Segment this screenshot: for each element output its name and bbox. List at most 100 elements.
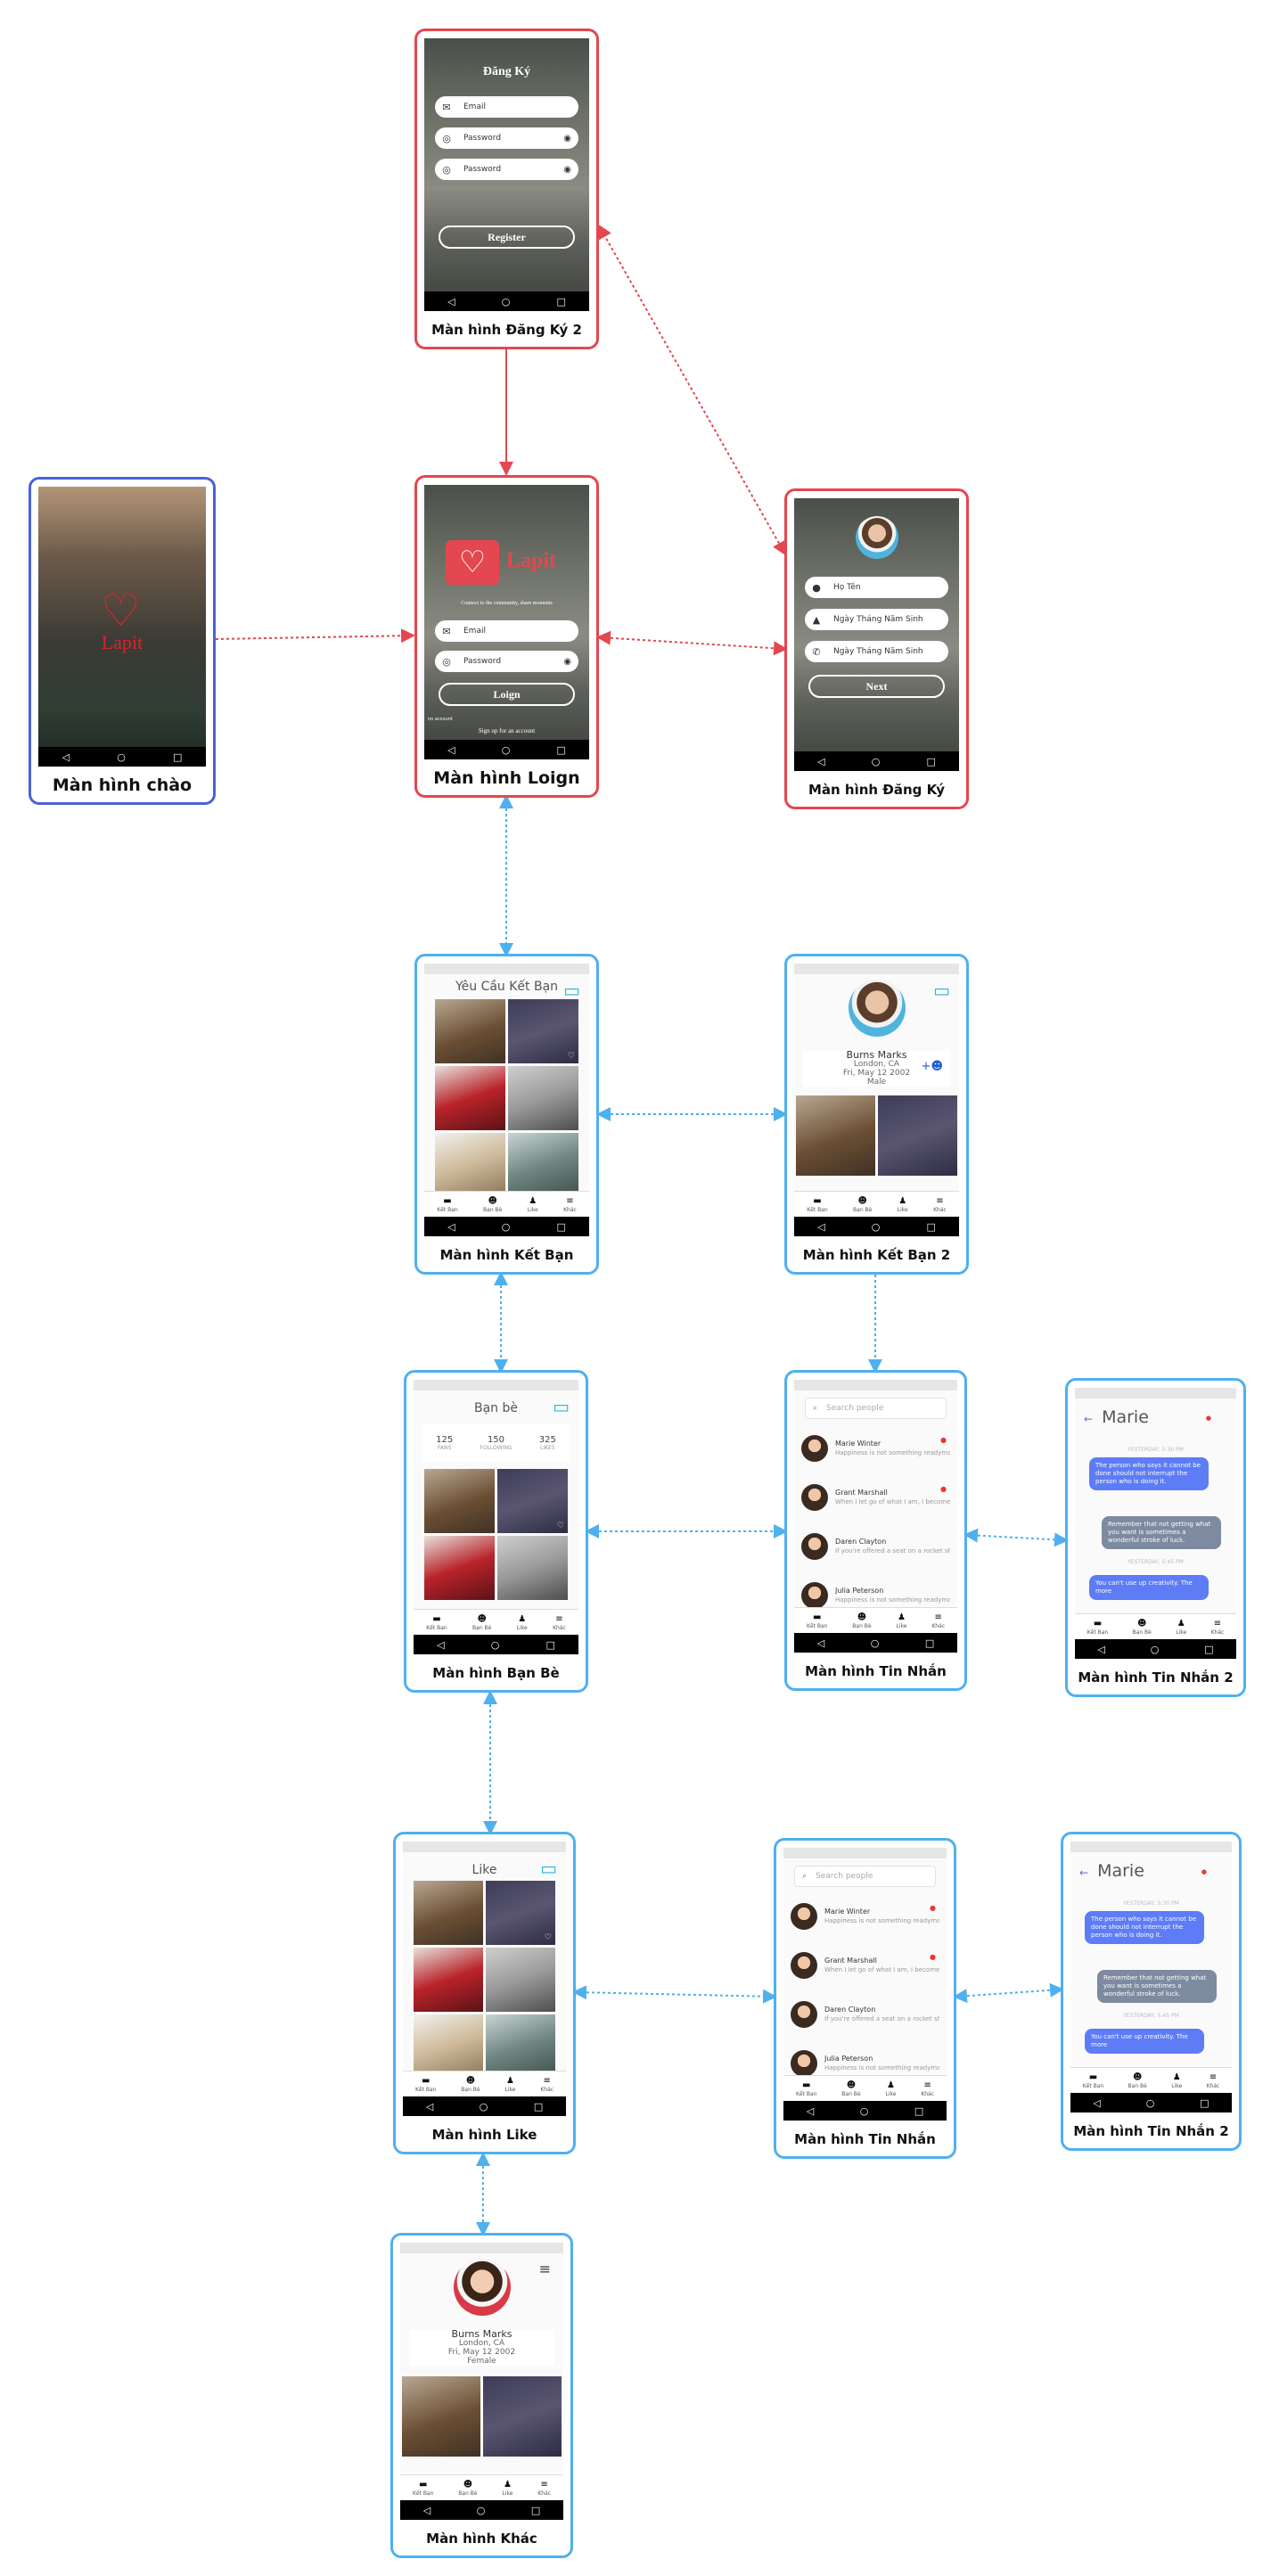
tab-banbe[interactable]: ☻ Bạn Bè <box>483 1196 502 1213</box>
photo-tile[interactable] <box>414 2014 483 2079</box>
heart-icon[interactable]: ♡ <box>568 1052 575 1061</box>
tab-banbe[interactable]: ☻ Bạn Bè <box>458 2480 477 2497</box>
tab-khac[interactable]: ≡ Khác <box>1211 1619 1225 1636</box>
tab-banbe[interactable]: ☻ Bạn Bè <box>852 1612 871 1629</box>
message-bubble: Remember that not getting what you want … <box>1097 1970 1217 2003</box>
add-friend-icon[interactable]: +☻ <box>922 1060 943 1073</box>
tab-ketban[interactable]: ▬ Kết Bạn <box>807 1196 827 1213</box>
tab-like[interactable]: ♟ Like <box>1176 1619 1186 1636</box>
list-item[interactable]: Grant Marshall When I let go of what I am… <box>791 1946 939 1985</box>
dob-field[interactable]: ▲ Ngày Tháng Năm Sinh <box>805 609 948 630</box>
photo-tile[interactable] <box>508 1066 578 1130</box>
heart-icon[interactable]: ♡ <box>557 1522 564 1530</box>
profile-name: Burns Marks <box>846 1049 907 1061</box>
chat-icon[interactable]: ▭ <box>553 1396 570 1417</box>
tab-khac[interactable]: ≡ Khác <box>921 2080 934 2097</box>
photo-tile[interactable] <box>424 1469 495 1533</box>
tab-banbe[interactable]: ☻ Bạn Bè <box>853 1196 872 1213</box>
tab-like[interactable]: ♟ Like <box>885 2080 896 2097</box>
email-field[interactable]: ✉ Email <box>435 620 578 642</box>
tab-banbe[interactable]: ☻ Bạn Bè <box>1128 2072 1147 2089</box>
heart-icon[interactable]: ♡ <box>545 1933 552 1942</box>
tab-banbe[interactable]: ☻ Bạn Bè <box>1133 1619 1152 1636</box>
photo-tile[interactable]: ♡ <box>508 999 578 1063</box>
tab-khac[interactable]: ≡ Khác <box>540 2076 554 2093</box>
list-item[interactable]: Daren Clayton If you're offered a seat on… <box>801 1527 950 1566</box>
tab-like[interactable]: ♟ Like <box>504 2076 515 2093</box>
chat-icon[interactable]: ▭ <box>563 980 580 1001</box>
password2-field[interactable]: ◎ Password ◉ <box>435 159 578 180</box>
photo-tile[interactable] <box>414 1881 483 1945</box>
tab-khac[interactable]: ≡ Khác <box>931 1612 945 1629</box>
no-account-link[interactable]: no account <box>428 717 453 722</box>
tab-banbe[interactable]: ☻ Bạn Bè <box>461 2076 480 2093</box>
list-item[interactable]: Grant Marshall When I let go of what I am… <box>801 1478 950 1517</box>
photo-tile[interactable] <box>508 1133 578 1197</box>
photo-tile[interactable] <box>486 2014 555 2079</box>
list-item[interactable]: Marie Winter Happiness is not something r… <box>791 1897 939 1936</box>
list-item[interactable]: Marie Winter Happiness is not something r… <box>801 1429 950 1468</box>
tab-like[interactable]: ♟ Like <box>1171 2072 1182 2089</box>
phone-field[interactable]: ✆ Ngày Tháng Năm Sinh <box>805 641 948 662</box>
photo-tile[interactable] <box>435 1066 505 1130</box>
photo-tile[interactable] <box>435 999 505 1063</box>
tab-khac[interactable]: ≡ Khác <box>933 1196 947 1213</box>
next-button[interactable]: Next <box>808 675 945 698</box>
password-field[interactable]: ◎ Password ◉ <box>435 127 578 149</box>
tab-ketban[interactable]: ▬ Kết Bạn <box>1087 1619 1108 1636</box>
bell-icon: ♟ <box>1177 1618 1185 1628</box>
photo-tile[interactable] <box>796 1095 875 1176</box>
name-field[interactable]: ● Họ Tên <box>805 577 948 598</box>
tab-ketban[interactable]: ▬ Kết Bạn <box>1083 2072 1103 2089</box>
register-button[interactable]: Register <box>439 226 575 249</box>
photo-tile[interactable] <box>435 1133 505 1197</box>
tab-ketban[interactable]: ▬ Kết Bạn <box>437 1196 457 1213</box>
eye-off-icon[interactable]: ◉ <box>563 657 571 667</box>
tab-khac[interactable]: ≡ Khác <box>1207 2072 1220 2089</box>
tab-ketban[interactable]: ▬ Kết Bạn <box>426 1614 447 1631</box>
tab-banbe[interactable]: ☻ Bạn Bè <box>841 2080 860 2097</box>
tab-ketban[interactable]: ▬ Kết Bạn <box>796 2080 816 2097</box>
search-input[interactable]: ⌕ Search people <box>794 1866 936 1887</box>
photo-tile[interactable] <box>878 1095 957 1176</box>
search-input[interactable]: ⌕ Search people <box>805 1398 947 1419</box>
email-field[interactable]: ✉ Email <box>435 96 578 118</box>
caption: Màn hình Tin Nhắn <box>805 1663 947 1679</box>
tab-ketban[interactable]: ▬ Kết Bạn <box>807 1612 827 1629</box>
tab-khac[interactable]: ≡ Khác <box>553 1614 566 1631</box>
photo-tile[interactable] <box>486 1948 555 2012</box>
tab-ketban[interactable]: ▬ Kết Bạn <box>415 2076 436 2093</box>
tab-ketban[interactable]: ▬ Kết Bạn <box>413 2480 433 2497</box>
password-field[interactable]: ◎ Password ◉ <box>435 651 578 672</box>
eye-off-icon[interactable]: ◉ <box>563 165 571 175</box>
chat-icon[interactable]: ▭ <box>933 980 950 1001</box>
tab-like[interactable]: ♟ Like <box>502 2480 512 2497</box>
timestamp: YESTERDAY, 5:45 PM <box>1128 1559 1184 1565</box>
photo-tile[interactable]: ♡ <box>497 1469 568 1533</box>
profile-gender: Male <box>866 1078 887 1087</box>
tab-like[interactable]: ♟ Like <box>517 1614 528 1631</box>
tab-like[interactable]: ♟ Like <box>896 1612 906 1629</box>
filter-icon[interactable]: ≡ <box>539 2260 551 2277</box>
photo-tile[interactable]: ♡ <box>486 1881 555 1945</box>
tab-khac[interactable]: ≡ Khác <box>563 1196 577 1213</box>
menu-icon: ≡ <box>936 1195 944 1206</box>
list-item[interactable]: Daren Clayton If you're offered a seat on… <box>791 1995 939 2034</box>
eye-off-icon[interactable]: ◉ <box>563 134 571 144</box>
photo-tile[interactable] <box>483 2376 562 2457</box>
login-button[interactable]: Loign <box>439 683 575 706</box>
photo-tile[interactable] <box>402 2376 480 2457</box>
photo-tile[interactable] <box>497 1536 568 1600</box>
signup-link[interactable]: Sign up for an account <box>424 727 589 734</box>
tab-banbe[interactable]: ☻ Bạn Bè <box>472 1614 491 1631</box>
chat-icon[interactable]: ▭ <box>540 1858 557 1879</box>
back-arrow-icon[interactable]: ← <box>1084 1413 1093 1425</box>
photo-tile[interactable] <box>424 1536 495 1600</box>
search-icon: ⌕ <box>802 1872 808 1881</box>
photo-tile[interactable] <box>414 1948 483 2012</box>
tab-khac[interactable]: ≡ Khác <box>537 2480 551 2497</box>
tab-like[interactable]: ♟ Like <box>528 1196 538 1213</box>
caption: Màn hình Tin Nhắn 2 <box>1073 2123 1229 2139</box>
tab-like[interactable]: ♟ Like <box>898 1196 908 1213</box>
back-arrow-icon[interactable]: ← <box>1079 1866 1088 1879</box>
